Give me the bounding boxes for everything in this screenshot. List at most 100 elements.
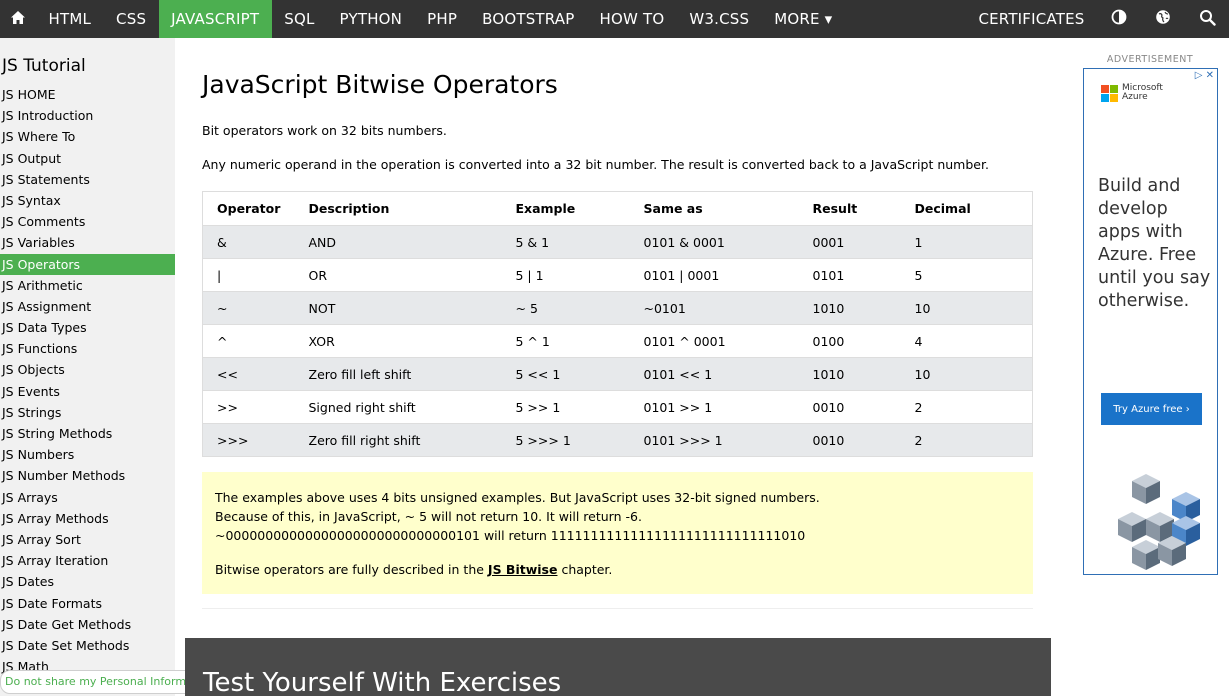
logo-square-red [1101,84,1109,93]
nav-certificates[interactable]: CERTIFICATES [966,0,1097,38]
header-decimal: Decimal [914,201,971,216]
cell-example: 5 & 1 [515,234,550,250]
privacy-link[interactable]: Do not share my Personal Information [0,670,214,694]
cell-same-as: 0101 ^ 0001 [643,333,726,349]
globe-icon [1155,9,1171,29]
sidebar-item-js-arithmetic[interactable]: JS Arithmetic [0,275,175,296]
sidebar-item-js-operators[interactable]: JS Operators [0,253,175,275]
cell-description: XOR [308,333,335,349]
sidebar-item-js-string-methods[interactable]: JS String Methods [0,423,175,444]
sidebar-item-js-syntax[interactable]: JS Syntax [0,190,175,211]
nav-how-to[interactable]: HOW TO [587,0,677,38]
header-example: Example [515,201,576,216]
cell-result: 0010 [812,399,845,415]
sidebar-item-js-objects[interactable]: JS Objects [0,359,175,380]
cell-result: 0101 [812,267,845,283]
sidebar-item-js-date-formats[interactable]: JS Date Formats [0,593,175,614]
sidebar-item-js-data-types[interactable]: JS Data Types [0,317,175,338]
sidebar-item-js-variables[interactable]: JS Variables [0,232,175,253]
table-row: >>> Zero fill right shift 5 >>> 1 0101 >>> … [202,423,1033,457]
cubes-graphic-icon [1114,474,1214,574]
cell-same-as: 0101 >> 1 [643,399,713,415]
sidebar-item-js-where-to[interactable]: JS Where To [0,126,175,147]
sidebar-item-js-assignment[interactable]: JS Assignment [0,296,175,317]
cell-operator: << [217,366,238,382]
js-bitwise-link[interactable]: JS Bitwise [488,562,558,577]
sidebar-item-js-statements[interactable]: JS Statements [0,169,175,190]
note-line-3: ~00000000000000000000000000000101 will r… [215,528,806,543]
try-azure-free-button[interactable]: Try Azure free › [1101,393,1202,425]
sidebar-item-js-comments[interactable]: JS Comments [0,211,175,232]
sidebar-item-js-numbers[interactable]: JS Numbers [0,444,175,465]
ad-label: ADVERTISEMENT [1106,54,1194,65]
cell-operator: & [217,234,227,250]
header-description: Description [308,201,390,216]
sidebar-item-js-introduction[interactable]: JS Introduction [0,105,175,126]
search-button[interactable] [1185,0,1229,38]
nav-w3css[interactable]: W3.CSS [677,0,762,38]
sidebar-item-js-date-get-methods[interactable]: JS Date Get Methods [0,614,175,635]
azure-ad-banner[interactable]: ▷ ✕ Microsoft Azure Build and develop ap… [1083,68,1218,575]
nav-css[interactable]: CSS [104,0,159,38]
translate-button[interactable] [1141,0,1185,38]
bitwise-operators-table: Operator Description Example Same as Res… [202,191,1033,457]
cell-decimal: 1 [914,234,923,250]
content-divider [202,608,1033,609]
microsoft-logo-icon [1101,84,1118,102]
cell-operator: >> [217,399,238,415]
table-row: ~ NOT ~ 5 ~0101 1010 10 [202,291,1033,325]
table-row: >> Signed right shift 5 >> 1 0101 >> 1 0010 2 [202,390,1033,424]
nav-php[interactable]: PHP [415,0,470,38]
sidebar-item-js-strings[interactable]: JS Strings [0,402,175,423]
sidebar-item-js-number-methods[interactable]: JS Number Methods [0,465,175,486]
sidebar-item-js-events[interactable]: JS Events [0,381,175,402]
ad-column: ADVERTISEMENT ▷ ✕ Microsoft Azure Build … [1062,38,1229,696]
cell-example: 5 >>> 1 [515,432,571,448]
logo-square-yellow [1110,93,1118,102]
note-line-4: Bitwise operators are fully described in… [215,560,1020,579]
sidebar: JS Tutorial JS HOME JS Introduction JS Whe… [0,38,175,696]
cell-description: AND [308,234,337,250]
sidebar-item-js-date-set-methods[interactable]: JS Date Set Methods [0,635,175,656]
cell-same-as: ~0101 [643,300,686,316]
nav-sql[interactable]: SQL [272,0,327,38]
cell-example: 5 ^ 1 [515,333,550,349]
nav-bootstrap[interactable]: BOOTSTRAP [470,0,587,38]
header-operator: Operator [217,201,281,216]
cell-description: Zero fill right shift [308,432,421,448]
nav-home-button[interactable] [0,0,36,38]
cell-result: 1010 [812,366,845,382]
cell-decimal: 10 [914,300,931,316]
note-line-1: The examples above uses 4 bits unsigned … [215,490,820,505]
page-title: JavaScript Bitwise Operators [202,70,558,99]
cell-example: 5 >> 1 [515,399,561,415]
header-same-as: Same as [643,201,703,216]
sidebar-item-js-array-sort[interactable]: JS Array Sort [0,529,175,550]
sidebar-item-js-arrays[interactable]: JS Arrays [0,487,175,508]
sidebar-item-js-dates[interactable]: JS Dates [0,571,175,592]
logo-square-blue [1101,93,1109,102]
sidebar-item-js-functions[interactable]: JS Functions [0,338,175,359]
ad-headline: Build and develop apps with Azure. Free … [1098,176,1211,311]
search-icon [1199,9,1216,30]
cell-same-as: 0101 << 1 [643,366,713,382]
home-icon [10,10,26,29]
theme-toggle-button[interactable] [1097,0,1141,38]
sidebar-item-js-array-iteration[interactable]: JS Array Iteration [0,550,175,571]
nav-html[interactable]: HTML [36,0,104,38]
ad-choices-icon[interactable]: ▷ ✕ [1195,70,1214,81]
nav-more-dropdown[interactable]: MORE ▾ [762,0,845,38]
note-line-4-prefix: Bitwise operators are fully described in… [215,562,488,577]
cell-operator: ~ [217,300,228,316]
nav-python[interactable]: PYTHON [327,0,415,38]
cell-same-as: 0101 >>> 1 [643,432,723,448]
cell-decimal: 2 [914,399,923,415]
nav-javascript[interactable]: JAVASCRIPT [158,0,272,38]
sidebar-item-js-home[interactable]: JS HOME [0,84,175,105]
sidebar-item-js-output[interactable]: JS Output [0,148,175,169]
sidebar-item-js-array-methods[interactable]: JS Array Methods [0,508,175,529]
cell-result: 0010 [812,432,845,448]
intro-paragraph-1: Bit operators work on 32 bits numbers. [202,123,447,138]
ad-brand-text: Microsoft Azure [1122,83,1163,102]
